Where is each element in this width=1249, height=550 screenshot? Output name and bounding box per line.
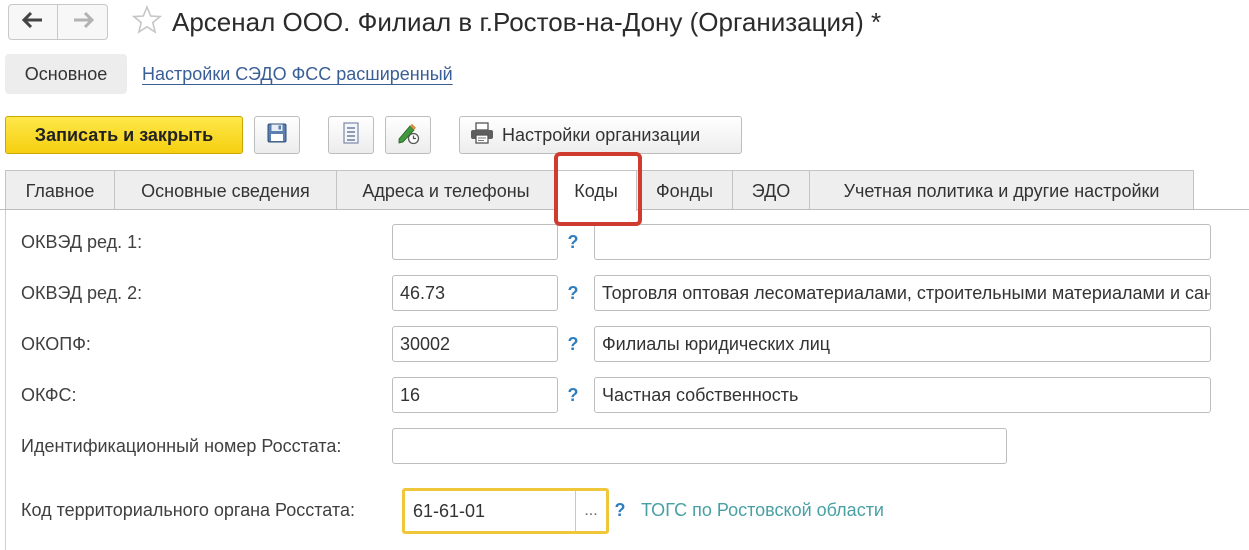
- tog-organ-name[interactable]: ТОГС по Ростовской области: [641, 492, 884, 528]
- okfs-description-field[interactable]: Частная собственность: [594, 377, 1211, 413]
- tog-code-label: Код территориального органа Росстата:: [21, 500, 355, 520]
- arrow-left-icon: [21, 11, 44, 33]
- tog-select-button[interactable]: ...: [575, 491, 606, 531]
- star-outline-icon: [131, 4, 163, 40]
- tog-code-input[interactable]: 61-61-01: [405, 491, 575, 531]
- section-main[interactable]: Основное: [5, 54, 127, 94]
- pencil-clock-icon: [396, 121, 420, 150]
- back-button[interactable]: [8, 4, 58, 40]
- organization-settings-button[interactable]: Настройки организации: [459, 116, 742, 154]
- forward-button[interactable]: [58, 4, 108, 40]
- tab-edo[interactable]: ЭДО: [732, 170, 810, 210]
- tab-accounting-policy[interactable]: Учетная политика и другие настройки: [809, 170, 1194, 210]
- okfs-label: ОКФС:: [21, 385, 77, 405]
- okved1-label: ОКВЭД ред. 1:: [21, 232, 143, 252]
- okved2-description-field[interactable]: Торговля оптовая лесоматериалами, строит…: [594, 275, 1211, 311]
- tab-funds[interactable]: Фонды: [636, 170, 733, 210]
- okfs-code-input[interactable]: 16: [392, 377, 558, 413]
- okopf-help-icon[interactable]: ?: [566, 326, 580, 362]
- arrow-right-icon: [72, 11, 94, 33]
- printer-icon: [470, 121, 494, 149]
- tab-basic-info[interactable]: Основные сведения: [114, 170, 337, 210]
- favorite-star-button[interactable]: [130, 4, 164, 40]
- window-title: Арсенал ООО. Филиал в г.Ростов-на-Дону (…: [172, 7, 882, 37]
- tab-highlight-frame: [554, 152, 642, 226]
- tog-code-field[interactable]: 61-61-01 ...: [402, 488, 609, 534]
- rosstat-id-input[interactable]: [392, 428, 1007, 464]
- okopf-description-field[interactable]: Филиалы юридических лиц: [594, 326, 1211, 362]
- rosstat-id-label: Идентификационный номер Росстата:: [21, 436, 342, 456]
- save-and-close-button[interactable]: Записать и закрыть: [5, 116, 243, 154]
- okopf-code-input[interactable]: 30002: [392, 326, 558, 362]
- document-list-icon: [343, 121, 359, 149]
- edit-history-button[interactable]: [385, 116, 431, 154]
- section-sedo-settings-link[interactable]: Настройки СЭДО ФСС расширенный: [142, 54, 453, 94]
- okfs-help-icon[interactable]: ?: [566, 377, 580, 413]
- okved2-label: ОКВЭД ред. 2:: [21, 283, 143, 303]
- okved1-code-input[interactable]: [392, 224, 558, 260]
- okved1-description-field[interactable]: [594, 224, 1211, 260]
- organization-settings-label: Настройки организации: [502, 124, 701, 145]
- tog-help-icon[interactable]: ?: [613, 492, 627, 528]
- tab-addresses-phones[interactable]: Адреса и телефоны: [336, 170, 556, 210]
- save-button[interactable]: [254, 116, 300, 154]
- document-list-button[interactable]: [328, 116, 374, 154]
- floppy-disk-icon: [267, 123, 287, 148]
- okved2-help-icon[interactable]: ?: [566, 275, 580, 311]
- okved1-help-icon[interactable]: ?: [566, 224, 580, 260]
- tab-main[interactable]: Главное: [5, 170, 115, 210]
- okved2-code-input[interactable]: 46.73: [392, 275, 558, 311]
- okopf-label: ОКОПФ:: [21, 334, 91, 354]
